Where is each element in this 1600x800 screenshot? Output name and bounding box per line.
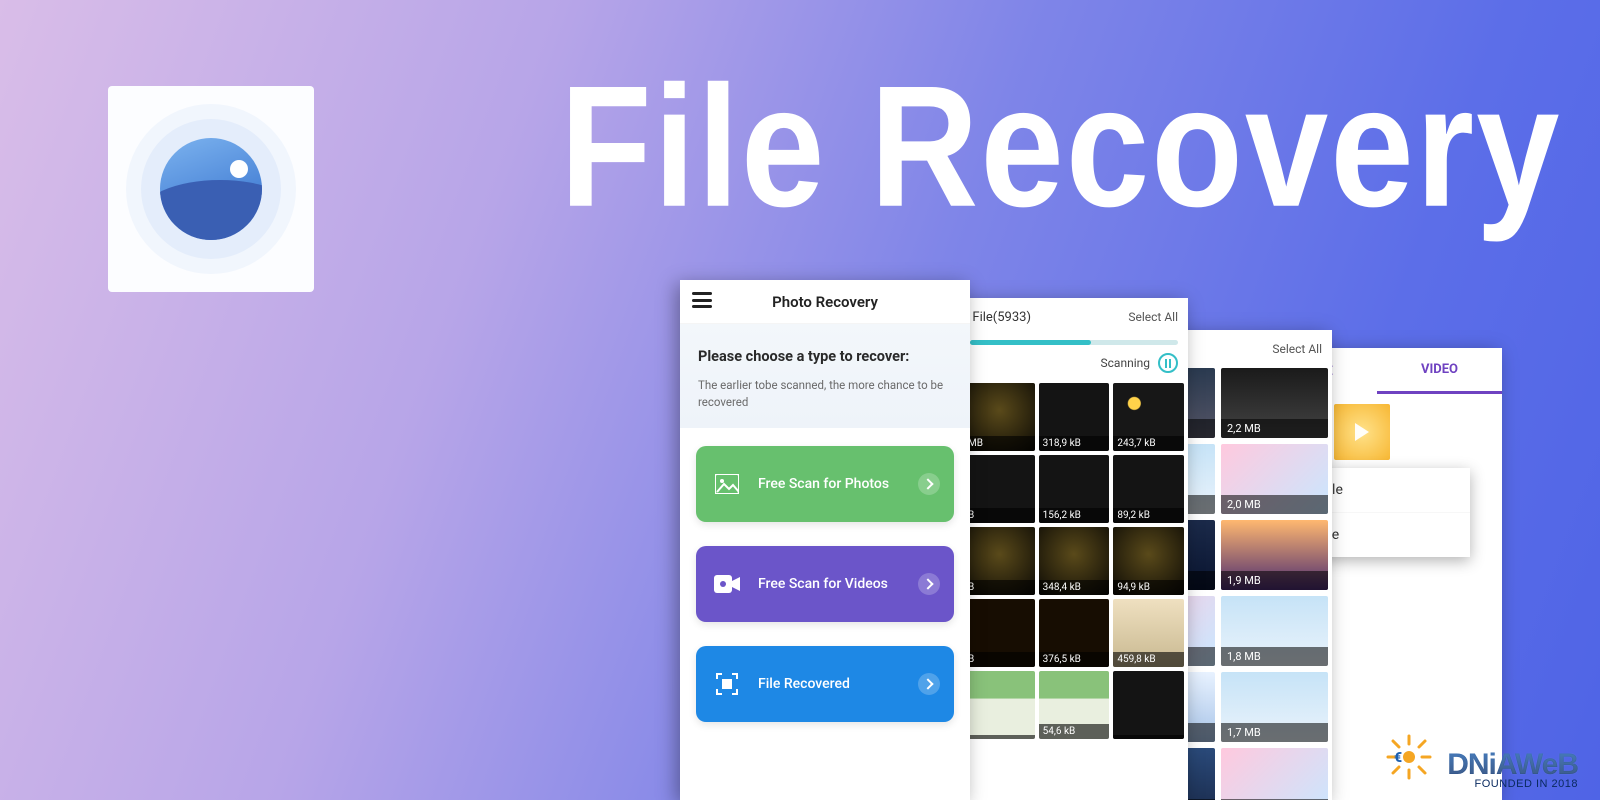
file-size: 1,7 MB	[1221, 723, 1328, 742]
file-size: B	[964, 508, 1035, 523]
file-size: 2,0 MB	[1221, 495, 1328, 514]
file-size: 156,2 kB	[1039, 508, 1110, 523]
menu-icon[interactable]	[692, 292, 712, 308]
select-all-link[interactable]: Select All	[1128, 310, 1178, 324]
file-recovered-card[interactable]: File Recovered	[696, 646, 954, 722]
chevron-right-icon	[918, 473, 940, 495]
action-cards: Free Scan for Photos Free Scan for Video…	[680, 428, 970, 740]
scan-tile[interactable]: 54,6 kB	[1039, 671, 1110, 739]
lens-icon	[160, 138, 262, 240]
file-size: 318,9 kB	[1039, 436, 1110, 451]
tab-video[interactable]: VIDEO	[1377, 348, 1502, 394]
play-icon	[1355, 423, 1369, 441]
gallery-cell[interactable]: 1,9 MB	[1221, 520, 1328, 590]
scan-results-grid: MB 318,9 kB 243,7 kB B 156,2 kB 89,2 kB …	[960, 383, 1188, 739]
screenshot-photo-recovery-home: Photo Recovery Please choose a type to r…	[680, 280, 970, 800]
scan-frame-icon	[712, 672, 742, 696]
file-size: 54,6 kB	[1039, 724, 1110, 739]
scan-tile[interactable]	[964, 671, 1035, 739]
pause-icon[interactable]	[1158, 353, 1178, 373]
watermark-brand: DNiAWeB	[1447, 748, 1578, 782]
svg-text:€: €	[1394, 750, 1402, 766]
scan-tile[interactable]: 376,5 kB	[1039, 599, 1110, 667]
screenshot-scanning: | File(5933) Select All Scanning MB 318,…	[960, 298, 1188, 800]
lens-ring-outer	[126, 104, 296, 274]
video-icon	[712, 575, 742, 593]
file-size	[1113, 735, 1184, 739]
file-recovered-label: File Recovered	[758, 676, 850, 692]
scan-photos-card[interactable]: Free Scan for Photos	[696, 446, 954, 522]
file-size: B	[964, 652, 1035, 667]
file-size: MB	[964, 436, 1035, 451]
chevron-right-icon	[918, 573, 940, 595]
intro-heading: Please choose a type to recover:	[698, 348, 952, 365]
gallery-cell[interactable]: 2,0 MB	[1221, 444, 1328, 514]
scan-tile[interactable]: 89,2 kB	[1113, 455, 1184, 523]
screen2-title: | File(5933)	[966, 310, 1031, 325]
file-size: 1,9 MB	[1221, 571, 1328, 590]
gallery-cell[interactable]: 1,6 MB	[1221, 748, 1328, 800]
watermark: DNiAWeB FOUNDED IN 2018	[1447, 748, 1578, 790]
scan-tile[interactable]: B	[964, 527, 1035, 595]
progress-track	[970, 340, 1178, 345]
file-size: 376,5 kB	[1039, 652, 1110, 667]
file-size: 348,4 kB	[1039, 580, 1110, 595]
file-size: 1,8 MB	[1221, 647, 1328, 666]
app-icon-tile	[108, 86, 314, 292]
file-size: 94,9 kB	[1113, 580, 1184, 595]
scan-tile[interactable]: MB	[964, 383, 1035, 451]
scan-tile[interactable]: 459,8 kB	[1113, 599, 1184, 667]
select-all-link[interactable]: Select All	[1272, 342, 1322, 356]
scan-tile[interactable]: B	[964, 455, 1035, 523]
file-size	[964, 735, 1035, 739]
video-thumb[interactable]	[1334, 404, 1390, 460]
scan-tile[interactable]: 318,9 kB	[1039, 383, 1110, 451]
sun-icon: €	[1386, 734, 1432, 780]
scan-tile[interactable]	[1113, 671, 1184, 739]
image-icon	[712, 474, 742, 494]
file-size: 89,2 kB	[1113, 508, 1184, 523]
file-size: B	[964, 580, 1035, 595]
app-bar: Photo Recovery	[680, 280, 970, 324]
scan-progress: Scanning	[960, 336, 1188, 383]
scanning-label: Scanning	[1101, 356, 1150, 370]
gallery-cell[interactable]: 1,8 MB	[1221, 596, 1328, 666]
file-size: 2,2 MB	[1221, 419, 1328, 438]
chevron-right-icon	[918, 673, 940, 695]
scan-photos-label: Free Scan for Photos	[758, 476, 889, 492]
scan-tile[interactable]: 156,2 kB	[1039, 455, 1110, 523]
scan-tile[interactable]: 243,7 kB	[1113, 383, 1184, 451]
scan-videos-card[interactable]: Free Scan for Videos	[696, 546, 954, 622]
scan-videos-label: Free Scan for Videos	[758, 576, 888, 592]
lens-ring-inner	[141, 119, 281, 259]
scan-tile[interactable]: 348,4 kB	[1039, 527, 1110, 595]
file-size: 243,7 kB	[1113, 436, 1184, 451]
intro-panel: Please choose a type to recover: The ear…	[680, 324, 970, 428]
file-size: 459,8 kB	[1113, 652, 1184, 667]
app-bar-title: Photo Recovery	[772, 293, 878, 311]
hero-title: File Recovery	[560, 47, 1562, 246]
gallery-cell[interactable]: 1,7 MB	[1221, 672, 1328, 742]
intro-subtext: The earlier tobe scanned, the more chanc…	[698, 377, 952, 410]
gallery-cell[interactable]: 2,2 MB	[1221, 368, 1328, 438]
scan-tile[interactable]: B	[964, 599, 1035, 667]
scan-tile[interactable]: 94,9 kB	[1113, 527, 1184, 595]
